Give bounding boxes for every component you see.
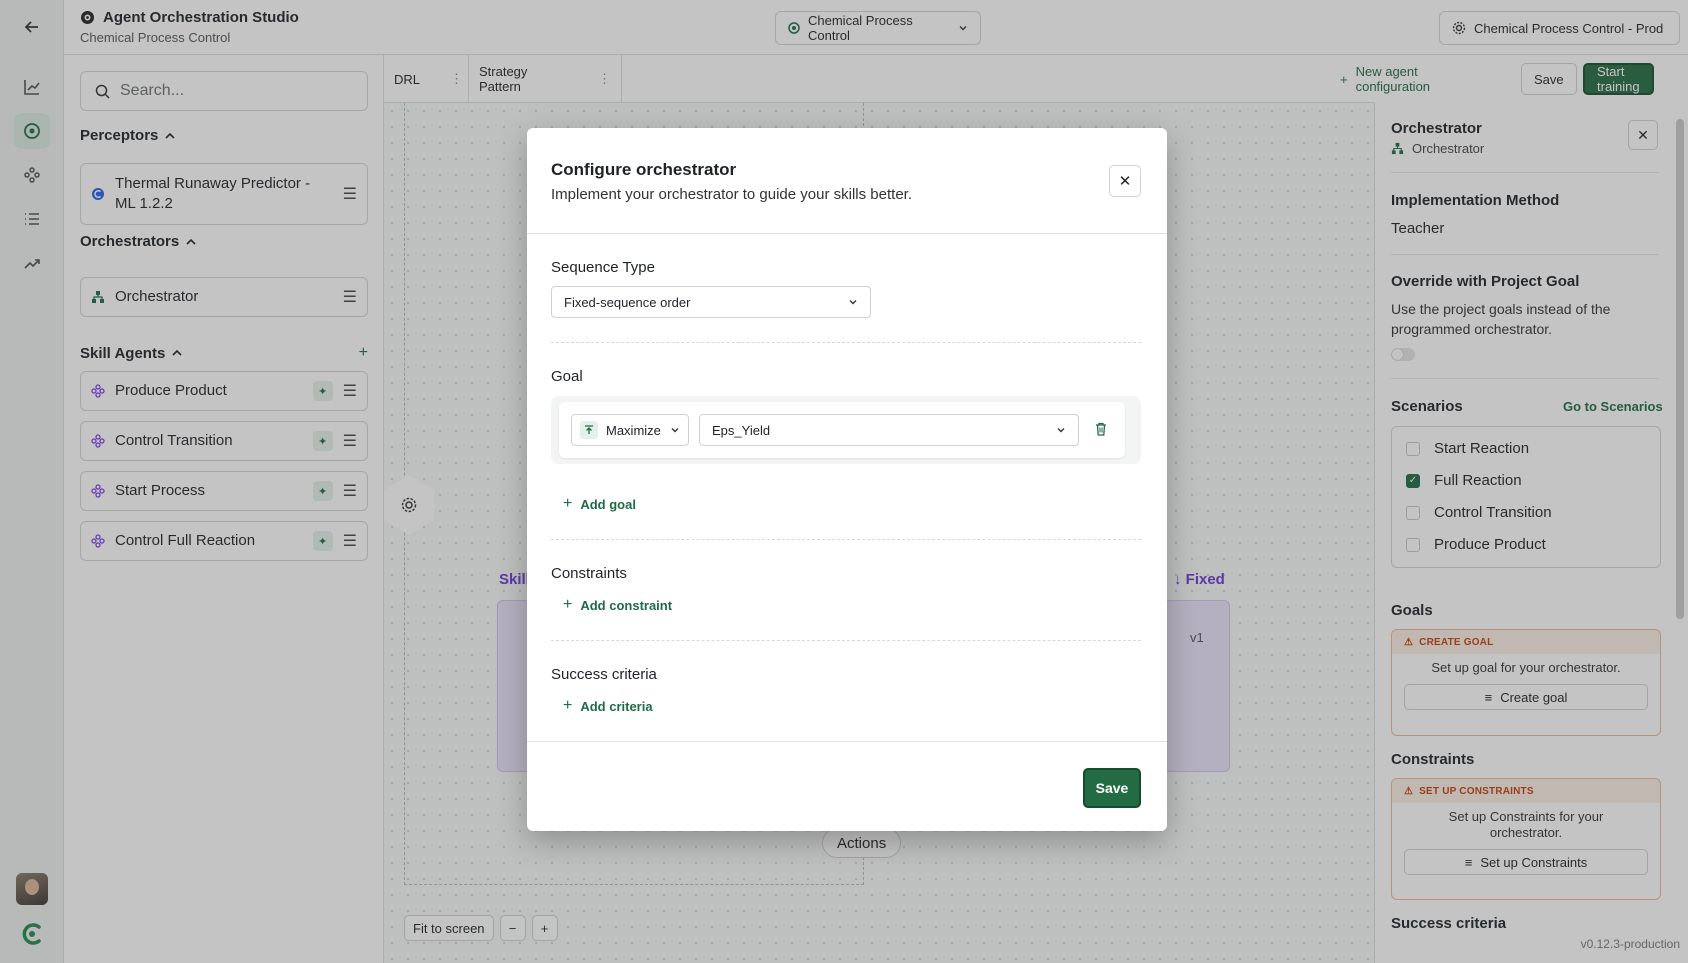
- goal-metric-select[interactable]: Eps_Yield: [699, 414, 1079, 446]
- success-criteria-label: Success criteria: [551, 666, 657, 683]
- sequence-type-label: Sequence Type: [551, 259, 655, 276]
- modal-header: Configure orchestrator Implement your or…: [527, 128, 1167, 234]
- modal-save-button[interactable]: Save: [1083, 768, 1141, 808]
- add-criteria-label: Add criteria: [580, 698, 653, 714]
- modal-footer-divider: [527, 741, 1167, 742]
- sequence-type-value: Fixed-sequence order: [564, 294, 691, 310]
- trash-icon[interactable]: [1095, 422, 1107, 439]
- goal-direction-value: Maximize: [606, 422, 661, 438]
- plus-icon: +: [563, 697, 573, 714]
- goal-list: Maximize Eps_Yield: [551, 396, 1141, 464]
- maximize-icon: [580, 421, 598, 439]
- add-goal-button[interactable]: + Add goal: [563, 495, 636, 513]
- section-divider: [551, 640, 1141, 641]
- goal-row: Maximize Eps_Yield: [559, 402, 1125, 458]
- plus-icon: +: [563, 596, 573, 613]
- goal-metric-value: Eps_Yield: [712, 422, 771, 438]
- section-divider: [551, 539, 1141, 540]
- section-divider: [551, 342, 1141, 343]
- version-label: v0.12.3-production: [1580, 937, 1680, 951]
- modal-subtitle: Implement your orchestrator to guide you…: [551, 186, 912, 203]
- add-constraint-button[interactable]: + Add constraint: [563, 596, 672, 614]
- goal-label: Goal: [551, 368, 583, 385]
- goal-direction-select[interactable]: Maximize: [571, 414, 689, 446]
- close-icon[interactable]: ✕: [1109, 165, 1141, 197]
- add-goal-label: Add goal: [580, 496, 636, 512]
- add-constraint-label: Add constraint: [580, 597, 673, 613]
- chevron-down-icon: [1056, 425, 1066, 435]
- plus-icon: +: [563, 495, 573, 512]
- sequence-type-select[interactable]: Fixed-sequence order: [551, 286, 871, 318]
- chevron-down-icon: [848, 297, 858, 307]
- constraints-label: Constraints: [551, 565, 627, 582]
- chevron-down-icon: [670, 425, 680, 435]
- modal-title: Configure orchestrator: [551, 160, 737, 179]
- configure-orchestrator-modal: Configure orchestrator Implement your or…: [527, 128, 1167, 831]
- add-criteria-button[interactable]: + Add criteria: [563, 697, 653, 715]
